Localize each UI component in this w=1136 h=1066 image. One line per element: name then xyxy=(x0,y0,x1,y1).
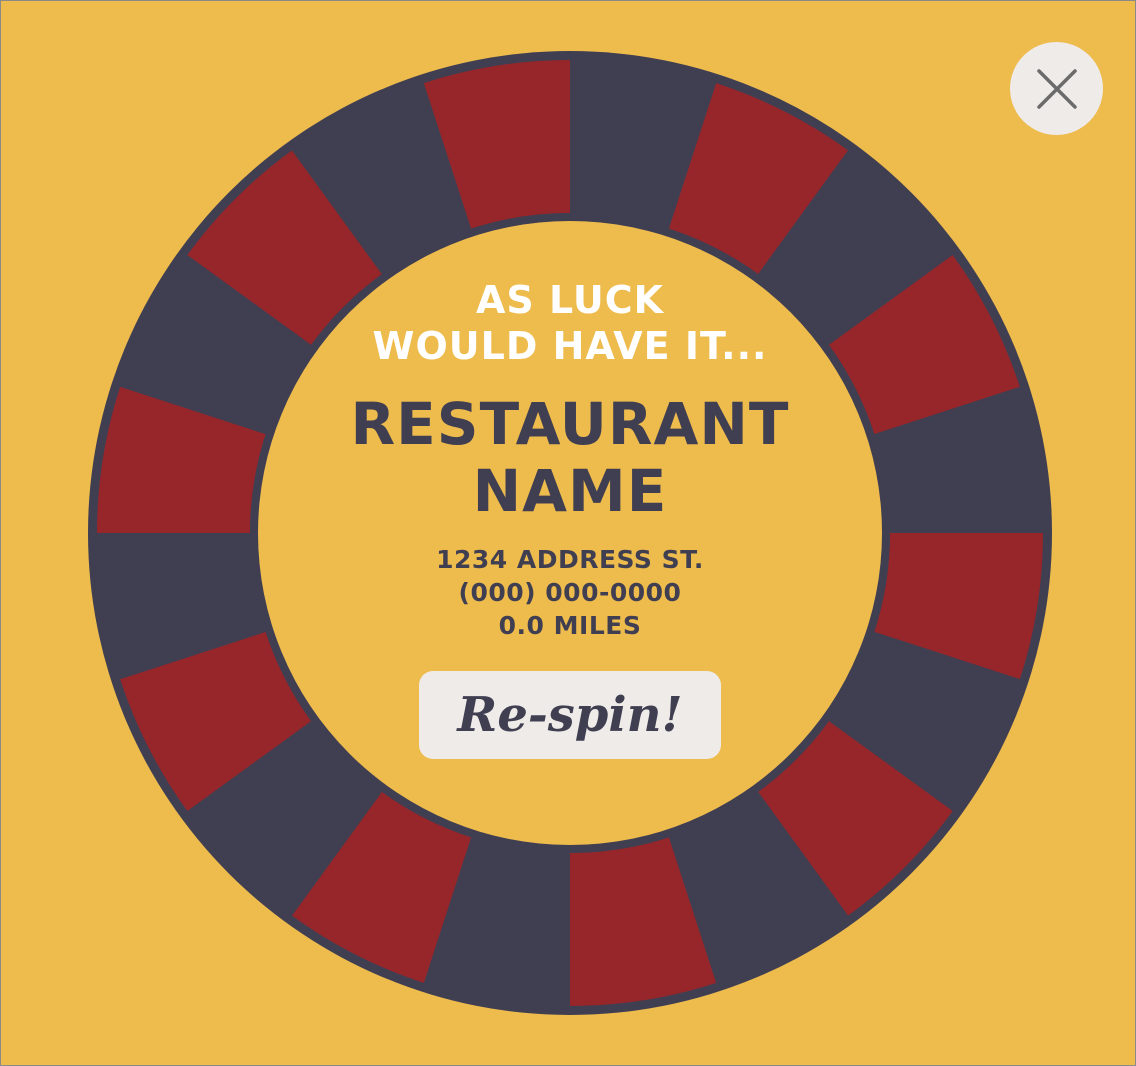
restaurant-name: RESTAURANT NAME xyxy=(270,391,870,525)
restaurant-phone[interactable]: (000) 000-0000 xyxy=(459,576,682,609)
restaurant-name-line-1: RESTAURANT xyxy=(350,390,790,458)
restaurant-address: 1234 ADDRESS ST. xyxy=(436,545,704,574)
result-panel: AS LUCK WOULD HAVE IT... RESTAURANT NAME… xyxy=(258,221,882,845)
restaurant-name-line-2: NAME xyxy=(472,457,668,525)
tagline-line-2: WOULD HAVE IT... xyxy=(372,324,768,368)
spin-result-modal: AS LUCK WOULD HAVE IT... RESTAURANT NAME… xyxy=(0,0,1136,1066)
close-button[interactable] xyxy=(1010,42,1103,135)
close-icon xyxy=(1036,68,1077,109)
tagline: AS LUCK WOULD HAVE IT... xyxy=(290,277,850,369)
restaurant-distance: 0.0 MILES xyxy=(498,611,642,640)
tagline-line-1: AS LUCK xyxy=(475,278,665,322)
respin-button[interactable]: Re-spin! xyxy=(419,671,721,759)
